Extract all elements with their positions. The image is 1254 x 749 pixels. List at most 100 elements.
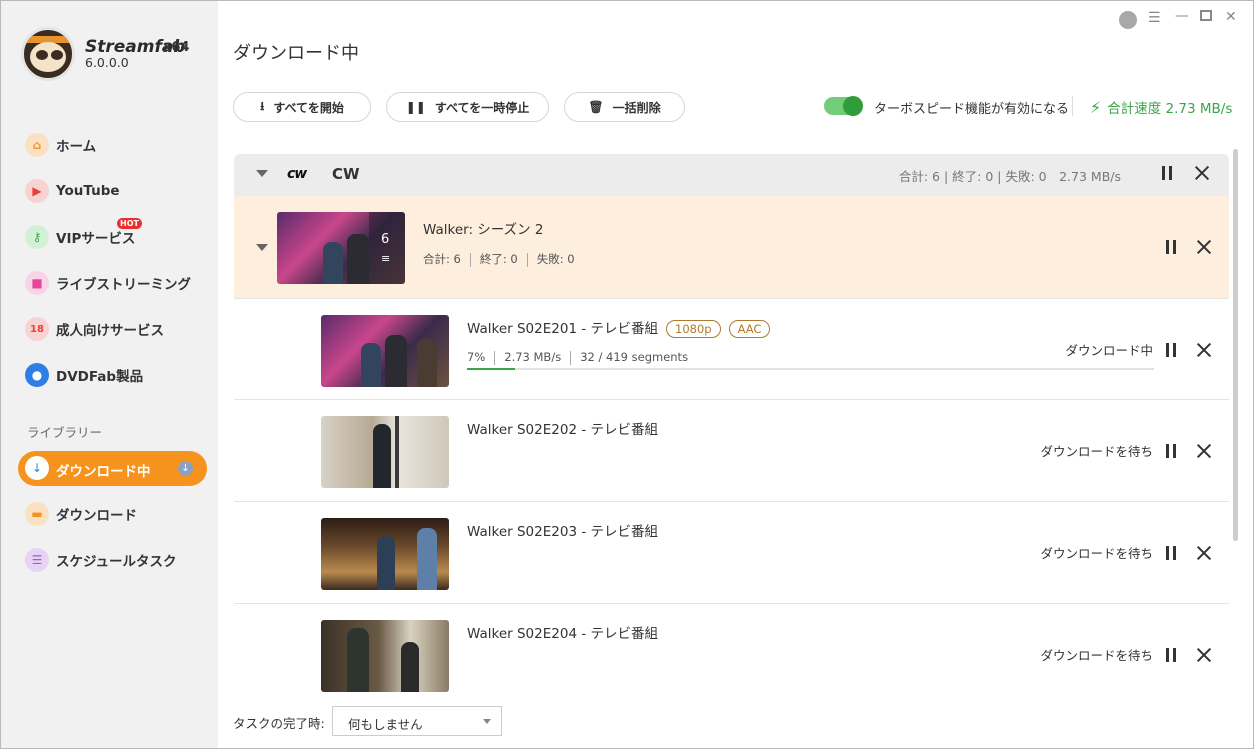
season-row[interactable]: 6 ≡ Walker: シーズン 2 合計: 6 終了: 0 失敗: 0 xyxy=(234,196,1229,298)
page-title: ダウンロード中 xyxy=(233,43,359,64)
sidebar-item-vip[interactable]: ⚷ VIPサービス HOT xyxy=(25,218,142,251)
clock-icon[interactable] xyxy=(1119,11,1137,29)
episode-pause-button[interactable] xyxy=(1164,648,1178,662)
sidebar-item-downloaded[interactable]: ▬ ダウンロード xyxy=(25,500,137,528)
sidebar-item-label: ダウンロード xyxy=(56,508,137,524)
episode-pause-button[interactable] xyxy=(1164,546,1178,560)
home-icon: ⌂ xyxy=(25,133,49,157)
episode-close-button[interactable] xyxy=(1196,443,1212,459)
camera-icon: ■ xyxy=(25,271,49,295)
group-close-button[interactable] xyxy=(1194,165,1210,181)
group-header[interactable]: cw CW 合計: 6 | 終了: 0 | 失敗: 0 2.73 MB/s xyxy=(234,154,1229,196)
sidebar-item-label: スケジュールタスク xyxy=(56,554,177,570)
season-stats: 合計: 6 終了: 0 失敗: 0 xyxy=(423,252,575,267)
completion-label: タスクの完了時: xyxy=(233,716,325,731)
episode-status: ダウンロード中 xyxy=(1065,343,1153,358)
sidebar-item-dvdfab[interactable]: ● DVDFab製品 xyxy=(25,361,143,389)
episode-close-button[interactable] xyxy=(1196,342,1212,358)
maximize-icon[interactable] xyxy=(1200,10,1212,21)
sidebar-item-label: 成人向けサービス xyxy=(56,323,164,339)
episode-row[interactable]: Walker S02E201 - テレビ番組 1080p AAC 7% 2.73 MB… xyxy=(234,298,1229,400)
episode-status: ダウンロードを待ち xyxy=(1040,546,1153,561)
collapse-caret-icon[interactable] xyxy=(256,244,268,251)
delete-all-button[interactable]: 🗑 一括削除 xyxy=(564,92,685,122)
turbo-toggle[interactable] xyxy=(824,96,863,116)
scrollbar[interactable] xyxy=(1233,149,1238,541)
episode-row[interactable]: Walker S02E203 - テレビ番組 ダウンロードを待ち xyxy=(234,502,1229,604)
sidebar-item-label: YouTube xyxy=(56,183,120,199)
sidebar-item-adult[interactable]: 18 成人向けサービス xyxy=(25,315,164,343)
download-icon: ↓ xyxy=(25,456,49,480)
menu-icon[interactable]: ☰ xyxy=(1148,10,1161,26)
sidebar-item-schedule[interactable]: ☰ スケジュールタスク xyxy=(25,546,177,574)
dvdfab-icon: ● xyxy=(25,363,49,387)
download-badge-icon: ↓ xyxy=(178,461,193,476)
divider xyxy=(1072,96,1073,116)
sidebar-item-label: DVDFab製品 xyxy=(56,369,144,385)
chevron-down-icon xyxy=(483,719,491,724)
group-name: CW xyxy=(332,165,360,183)
audio-tag: AAC xyxy=(728,320,771,338)
season-title: Walker: シーズン 2 xyxy=(423,222,544,238)
episode-title: Walker S02E201 - テレビ番組 1080p AAC xyxy=(467,317,771,338)
progress-bar xyxy=(467,368,1154,370)
group-pause-button[interactable] xyxy=(1160,166,1174,180)
season-close-button[interactable] xyxy=(1196,239,1212,255)
episode-row[interactable]: Walker S02E204 - テレビ番組 ダウンロードを待ち xyxy=(234,604,1229,694)
progress-fill xyxy=(467,368,516,370)
episode-title: Walker S02E203 - テレビ番組 xyxy=(467,524,658,540)
folder-icon: ▬ xyxy=(25,502,49,526)
sidebar-item-home[interactable]: ⌂ ホーム xyxy=(25,131,96,159)
episode-status: ダウンロードを待ち xyxy=(1040,648,1153,663)
18-icon: 18 xyxy=(25,317,49,341)
pause-all-button[interactable]: ❚❚ すべてを一時停止 xyxy=(386,92,549,122)
episode-progress-stats: 7% 2.73 MB/s 32 / 419 segments xyxy=(467,350,689,365)
episode-close-button[interactable] xyxy=(1196,647,1212,663)
app-version: 6.0.0.0 xyxy=(85,55,129,70)
group-stats: 合計: 6 | 終了: 0 | 失敗: 0 2.73 MB/s xyxy=(898,169,1121,184)
sloth-logo-icon xyxy=(21,27,75,81)
sidebar-item-youtube[interactable]: ▶ YouTube xyxy=(25,177,120,205)
episode-title: Walker S02E204 - テレビ番組 xyxy=(467,626,658,642)
episode-close-button[interactable] xyxy=(1196,545,1212,561)
list-icon: ≡ xyxy=(381,252,391,265)
brand-arch: x64 xyxy=(163,40,190,55)
app-window: Streamfab x64 6.0.0.0 ⌂ ホーム ▶ YouTube ⚷ … xyxy=(0,0,1254,749)
total-speed: ⚡ 合計速度 2.73 MB/s xyxy=(1090,98,1233,117)
minimize-icon[interactable]: — xyxy=(1175,8,1189,24)
download-icon: ⭳ xyxy=(260,98,265,113)
season-pause-button[interactable] xyxy=(1164,240,1178,254)
season-count: 6 xyxy=(381,232,390,247)
sidebar-item-label: VIPサービス xyxy=(56,231,136,247)
episode-pause-button[interactable] xyxy=(1164,444,1178,458)
library-section-label: ライブラリー xyxy=(27,425,103,440)
episode-title: Walker S02E202 - テレビ番組 xyxy=(467,422,658,438)
key-icon: ⚷ xyxy=(25,225,49,249)
start-all-button[interactable]: ⭳ すべてを開始 xyxy=(233,92,371,122)
sidebar-item-downloading[interactable]: ↓ ダウンロード中 ↓ xyxy=(18,451,207,486)
episode-thumbnail xyxy=(321,416,449,488)
episode-thumbnail xyxy=(321,620,449,692)
episode-status: ダウンロードを待ち xyxy=(1040,444,1153,459)
sidebar-item-label: ホーム xyxy=(56,139,97,155)
close-icon[interactable]: ✕ xyxy=(1225,9,1237,25)
episode-row[interactable]: Walker S02E202 - テレビ番組 ダウンロードを待ち xyxy=(234,400,1229,502)
trash-icon: 🗑 xyxy=(588,100,604,114)
sidebar-item-label: ダウンロード中 xyxy=(56,464,151,480)
quality-tag: 1080p xyxy=(666,320,721,338)
episode-pause-button[interactable] xyxy=(1164,343,1178,357)
lightning-icon: ⚡ xyxy=(1090,98,1102,117)
turbo-label: ターボスピード機能が有効になる xyxy=(874,102,1070,117)
episode-thumbnail xyxy=(321,518,449,590)
pause-icon: ❚❚ xyxy=(405,100,426,114)
cw-logo-icon: cw xyxy=(287,166,307,182)
completion-action-select[interactable]: 何もしません xyxy=(332,706,502,736)
season-thumbnail: 6 ≡ xyxy=(277,212,405,284)
episode-thumbnail xyxy=(321,315,449,387)
hot-badge: HOT xyxy=(117,218,142,229)
youtube-icon: ▶ xyxy=(25,179,49,203)
sidebar-item-label: ライブストリーミング xyxy=(56,277,191,293)
schedule-icon: ☰ xyxy=(25,548,49,572)
sidebar-item-live[interactable]: ■ ライブストリーミング xyxy=(25,269,191,297)
collapse-caret-icon[interactable] xyxy=(256,170,268,177)
